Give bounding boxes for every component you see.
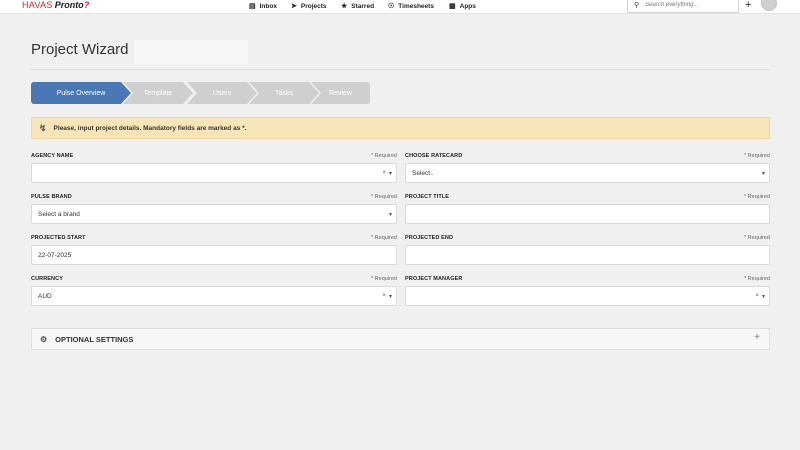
step-label: Template (143, 89, 173, 97)
title-divider (31, 69, 770, 70)
expand-plus-icon[interactable]: + (754, 332, 760, 343)
required-indicator: * Required (744, 276, 770, 282)
chevron-down-icon[interactable]: ▾ (762, 293, 765, 300)
chevron-down-icon[interactable]: ▾ (389, 293, 392, 300)
logo-mark: ? (83, 0, 90, 10)
projected-end-input[interactable] (412, 246, 769, 264)
havas-pronto-logo[interactable]: HAVAS Pronto? (22, 0, 89, 12)
title-placeholder-area (134, 40, 248, 64)
clear-icon[interactable]: × (755, 293, 759, 299)
nav-projects[interactable]: ➤ Projects (291, 0, 327, 12)
info-alert: ↯ Please, input project details. Mandato… (31, 117, 770, 139)
inbox-icon: ▤ (249, 3, 256, 10)
projected-end-field[interactable] (405, 245, 770, 265)
step-review[interactable]: Review (311, 82, 370, 104)
avatar[interactable] (761, 0, 777, 11)
nav-timesheets[interactable]: ☉ Timesheets (388, 0, 434, 12)
agency-name-select[interactable]: × ▾ (31, 163, 397, 183)
lightning-icon: ↯ (39, 122, 47, 133)
step-label: Pulse Overview (56, 89, 106, 97)
search-icon: ⚲ (634, 2, 640, 9)
projected-end-label: PROJECTED END (405, 235, 454, 241)
projected-start-label: PROJECTED START (31, 235, 86, 241)
required-indicator: * Required (744, 194, 770, 200)
required-indicator: * Required (744, 153, 770, 159)
star-icon: ★ (341, 3, 348, 10)
chevron-down-icon[interactable]: ▾ (389, 170, 392, 177)
step-label: Tasks (275, 89, 293, 97)
agency-name-label: AGENCY NAME (31, 153, 74, 159)
ratecard-value: Select.. (412, 169, 434, 177)
step-template[interactable]: Template (123, 82, 193, 104)
nav-starred-label: Starred (351, 2, 375, 10)
currency-value: AUD (38, 292, 52, 300)
project-title-field[interactable] (405, 204, 770, 224)
step-pulse-overview[interactable]: Pulse Overview (31, 82, 131, 104)
pulse-brand-select[interactable]: Select a brand ▾ (31, 204, 397, 224)
clear-icon[interactable]: × (382, 293, 386, 299)
gear-icon: ⚙ (40, 334, 48, 344)
nav-starred[interactable]: ★ Starred (341, 0, 374, 12)
add-icon[interactable]: + (745, 0, 751, 12)
required-indicator: * Required (371, 194, 397, 200)
nav-apps[interactable]: ▦ Apps (449, 0, 476, 12)
nav-projects-label: Projects (300, 2, 327, 10)
required-indicator: * Required (371, 276, 397, 282)
step-label: Users (212, 89, 232, 97)
chevron-down-icon[interactable]: ▾ (389, 211, 392, 218)
chevron-down-icon[interactable]: ▾ (762, 170, 765, 177)
optional-settings-panel[interactable]: ⚙ OPTIONAL SETTINGS + (31, 328, 770, 350)
nav-inbox[interactable]: ▤ Inbox (249, 0, 277, 12)
rocket-icon: ➤ (291, 3, 297, 10)
pulse-brand-value: Select a brand (38, 210, 80, 218)
page-title: Project Wizard (31, 41, 129, 58)
apps-grid-icon: ▦ (449, 3, 456, 10)
alert-message: Please, input project details. Mandatory… (53, 124, 247, 132)
step-users[interactable]: Users (187, 82, 257, 104)
projected-start-field[interactable]: 22-07-2025 (31, 245, 397, 265)
project-manager-label: PROJECT MANAGER (405, 276, 463, 282)
top-navbar: HAVAS Pronto? ▤ Inbox ➤ Projects ★ Starre… (0, 0, 800, 14)
nav-timesheets-label: Timesheets (398, 2, 434, 10)
logo-text-havas: HAVAS (22, 0, 53, 10)
project-title-label: PROJECT TITLE (405, 194, 450, 200)
projected-start-value: 22-07-2025 (38, 251, 72, 259)
choose-ratecard-label: CHOOSE RATECARD (405, 153, 463, 159)
project-manager-select[interactable]: × ▾ (405, 286, 770, 306)
clear-icon[interactable]: × (382, 170, 386, 176)
optional-settings-label: OPTIONAL SETTINGS (55, 334, 134, 344)
required-indicator: * Required (744, 235, 770, 241)
timesheet-icon: ☉ (388, 3, 395, 10)
step-label: Review (329, 89, 352, 97)
project-title-input[interactable] (412, 205, 769, 223)
nav-apps-label: Apps (459, 2, 476, 10)
step-tasks[interactable]: Tasks (249, 82, 319, 104)
currency-label: CURRENCY (31, 276, 63, 282)
required-indicator: * Required (371, 235, 397, 241)
logo-text-pronto: Pronto (54, 0, 84, 10)
nav-inbox-label: Inbox (259, 2, 277, 10)
search-box[interactable]: ⚲ (627, 0, 739, 13)
pulse-brand-label: PULSE BRAND (31, 194, 72, 200)
search-input[interactable] (645, 2, 726, 8)
required-indicator: * Required (371, 153, 397, 159)
ratecard-select[interactable]: Select.. ▾ (405, 163, 770, 183)
currency-select[interactable]: AUD × ▾ (31, 286, 397, 306)
